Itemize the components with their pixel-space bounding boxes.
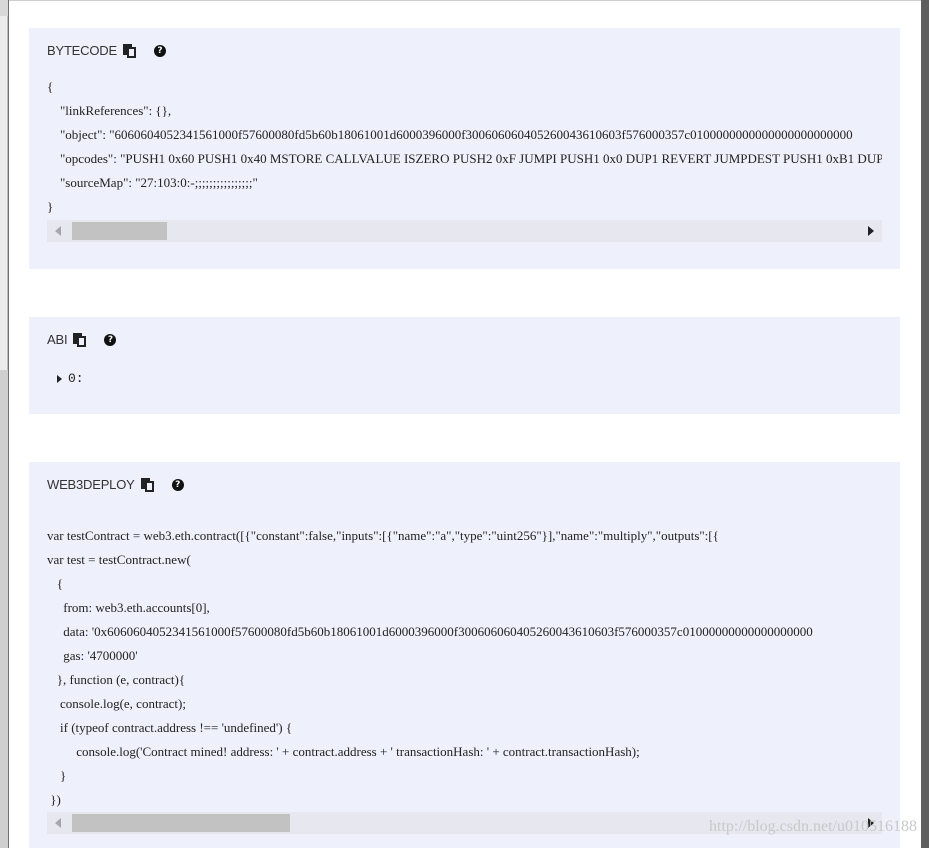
watermark: http://blog.csdn.net/u010516188 xyxy=(709,818,917,835)
bytecode-header: BYTECODE ? xyxy=(47,43,166,58)
bytecode-horizontal-scrollbar[interactable] xyxy=(47,220,882,242)
code-line: "object": "6060604052341561000f57600080f… xyxy=(47,127,853,142)
modal-overlay xyxy=(921,0,929,848)
bytecode-json: { "linkReferences": {}, "object": "60606… xyxy=(47,75,882,219)
abi-title: ABI xyxy=(47,332,68,347)
web3deploy-code: var testContract = web3.eth.contract([{"… xyxy=(47,524,882,812)
bytecode-title: BYTECODE xyxy=(47,43,117,58)
copy-icon[interactable] xyxy=(73,332,87,347)
code-line: }, function (e, contract){ xyxy=(47,672,186,687)
web3deploy-title: WEB3DEPLOY xyxy=(47,477,135,492)
code-line: { xyxy=(47,576,63,591)
bytecode-panel: BYTECODE ? { "linkReferences": {}, "obje… xyxy=(29,28,900,269)
scrollbar-thumb[interactable] xyxy=(72,814,290,832)
abi-panel: ABI ? 0: xyxy=(29,317,900,414)
question-icon[interactable]: ? xyxy=(171,478,184,491)
scroll-right-arrow-icon[interactable] xyxy=(868,226,874,236)
background-page xyxy=(0,0,8,848)
code-line: console.log('Contract mined! address: ' … xyxy=(47,744,640,759)
abi-header: ABI ? xyxy=(47,332,117,347)
code-line: var testContract = web3.eth.contract([{"… xyxy=(47,528,719,543)
code-line: gas: '4700000' xyxy=(47,648,138,663)
abi-tree-item-label: 0: xyxy=(68,371,84,386)
code-line: from: web3.eth.accounts[0], xyxy=(47,600,210,615)
code-line: "linkReferences": {}, xyxy=(47,103,172,118)
code-line: } xyxy=(47,199,54,214)
code-line: if (typeof contract.address !== 'undefin… xyxy=(47,720,293,735)
code-line: "sourceMap": "27:103:0:-;;;;;;;;;;;;;;;;… xyxy=(47,175,258,190)
background-page-toolbar xyxy=(0,0,8,16)
code-line: var test = testContract.new( xyxy=(47,552,191,567)
code-line: }) xyxy=(47,792,61,807)
copy-icon[interactable] xyxy=(122,43,136,58)
expand-triangle-icon[interactable] xyxy=(57,374,62,383)
copy-icon[interactable] xyxy=(140,477,154,492)
code-line: console.log(e, contract); xyxy=(47,696,186,711)
code-line: } xyxy=(47,768,67,783)
background-page-region xyxy=(0,370,8,848)
compile-details-modal: BYTECODE ? { "linkReferences": {}, "obje… xyxy=(9,0,921,848)
abi-tree-item[interactable]: 0: xyxy=(57,371,84,386)
code-line: "opcodes": "PUSH1 0x60 PUSH1 0x40 MSTORE… xyxy=(60,151,882,166)
scroll-left-arrow-icon[interactable] xyxy=(55,818,61,828)
code-line: { xyxy=(47,79,54,94)
code-line: data: '0x6060604052341561000f57600080fd5… xyxy=(47,624,813,639)
question-icon[interactable]: ? xyxy=(104,333,117,346)
web3deploy-header: WEB3DEPLOY ? xyxy=(47,477,184,492)
question-icon[interactable]: ? xyxy=(153,44,166,57)
web3deploy-panel: WEB3DEPLOY ? var testContract = web3.eth… xyxy=(29,462,900,848)
scrollbar-thumb[interactable] xyxy=(72,222,167,240)
scroll-left-arrow-icon[interactable] xyxy=(55,226,61,236)
